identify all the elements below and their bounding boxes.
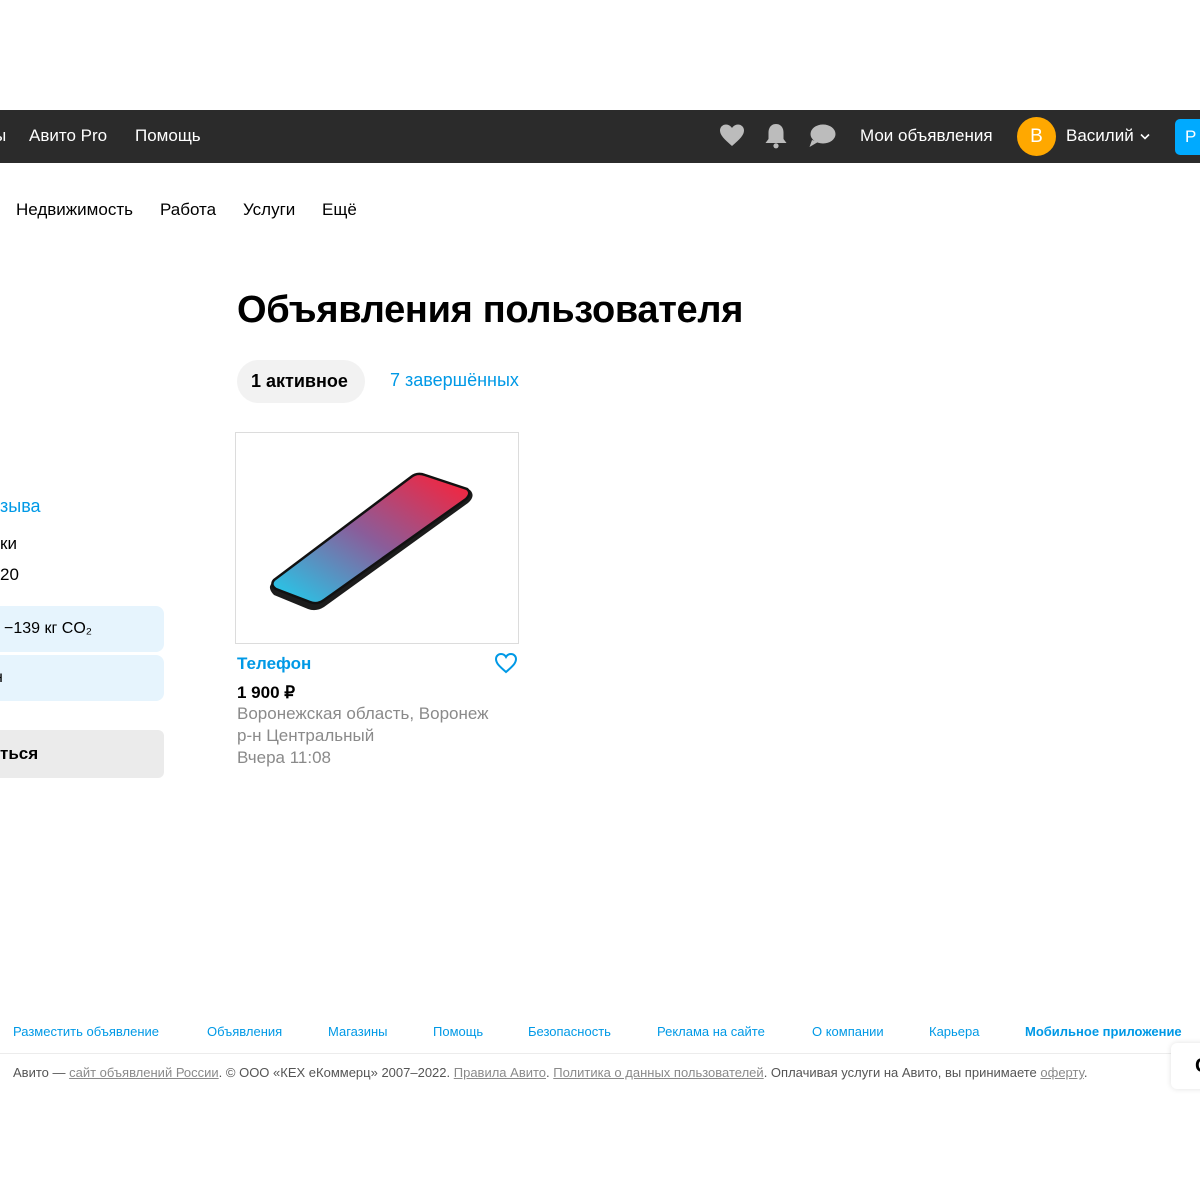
- listing-location: Воронежская область, Воронеж: [237, 704, 489, 723]
- nav-item-help[interactable]: Помощь: [135, 126, 201, 146]
- footer-link-careers[interactable]: Карьера: [929, 1024, 980, 1039]
- legal-offer-text: . Оплачивая услуги на Авито, вы принимае…: [763, 1065, 1041, 1080]
- eco-impact-text: −139 кг CO₂: [4, 620, 92, 637]
- heart-outline-icon[interactable]: [494, 652, 518, 674]
- legal-prefix: Авито —: [13, 1065, 70, 1080]
- tab-completed-ads[interactable]: 7 завершённых: [390, 370, 519, 391]
- tab-active-ads[interactable]: 1 активное: [237, 360, 365, 403]
- category-real-estate[interactable]: Недвижимость: [16, 200, 133, 220]
- footer-link-mobile-app[interactable]: Мобильное приложение: [1025, 1024, 1182, 1039]
- footer-link-safety[interactable]: Безопасность: [528, 1024, 611, 1039]
- eco-impact-badge[interactable]: н: [0, 655, 164, 701]
- listing-price: 1 900 ₽: [237, 683, 296, 702]
- post-ad-button-label: Р: [1185, 127, 1197, 146]
- side-widget-label: С: [1195, 1055, 1200, 1078]
- heart-icon[interactable]: [719, 123, 745, 149]
- legal-end: .: [1083, 1065, 1088, 1080]
- my-ads-link[interactable]: Мои объявления: [860, 126, 993, 146]
- phone-image: [269, 472, 473, 611]
- legal-link-rules[interactable]: Правила Авито: [454, 1065, 546, 1080]
- legal-copyright: . © ООО «КЕХ еКоммерц» 2007–2022.: [218, 1065, 454, 1080]
- listing-district: р-н Центральный: [237, 726, 375, 745]
- footer-link-post-ad[interactable]: Разместить объявление: [13, 1024, 159, 1039]
- subscribe-button[interactable]: ться: [0, 730, 164, 778]
- category-jobs[interactable]: Работа: [160, 200, 216, 220]
- post-ad-button[interactable]: Р: [1175, 119, 1200, 155]
- side-widget[interactable]: С: [1171, 1043, 1200, 1089]
- reviews-link[interactable]: зыва: [0, 496, 41, 517]
- eco-impact-badge[interactable]: −139 кг CO₂: [0, 606, 164, 652]
- user-name-label: Василий: [1066, 126, 1134, 145]
- subscribe-button-label: ться: [0, 744, 39, 763]
- nav-item-cut[interactable]: ы: [0, 126, 6, 146]
- footer-link-about[interactable]: О компании: [812, 1024, 884, 1039]
- profile-info-line: 20: [0, 565, 19, 584]
- listing-date: Вчера 11:08: [237, 748, 331, 767]
- user-menu[interactable]: Василий: [1066, 126, 1151, 146]
- footer-link-advertising[interactable]: Реклама на сайте: [657, 1024, 765, 1039]
- profile-info-line: ки: [0, 534, 17, 553]
- listing-image[interactable]: [235, 432, 519, 644]
- footer-link-shops[interactable]: Магазины: [328, 1024, 388, 1039]
- legal-link-site[interactable]: сайт объявлений России: [69, 1065, 219, 1080]
- nav-item-avito-pro[interactable]: Авито Pro: [29, 126, 107, 146]
- footer-divider: [0, 1053, 1200, 1054]
- chat-icon[interactable]: [808, 123, 836, 149]
- avatar[interactable]: В: [1017, 117, 1056, 156]
- category-services[interactable]: Услуги: [243, 200, 295, 220]
- legal-link-offer[interactable]: оферту: [1040, 1065, 1083, 1080]
- footer-legal-text: Авито — сайт объявлений России. © ООО «К…: [13, 1065, 1087, 1080]
- footer-link-ads[interactable]: Объявления: [207, 1024, 282, 1039]
- footer-link-help[interactable]: Помощь: [433, 1024, 483, 1039]
- legal-link-privacy[interactable]: Политика о данных пользователей: [553, 1065, 763, 1080]
- listing-title[interactable]: Телефон: [237, 654, 311, 674]
- chevron-down-icon: [1140, 133, 1151, 140]
- category-more[interactable]: Ещё: [322, 200, 357, 220]
- eco-impact-text: н: [0, 669, 3, 687]
- page-title: Объявления пользователя: [237, 289, 744, 331]
- bell-icon[interactable]: [763, 123, 789, 149]
